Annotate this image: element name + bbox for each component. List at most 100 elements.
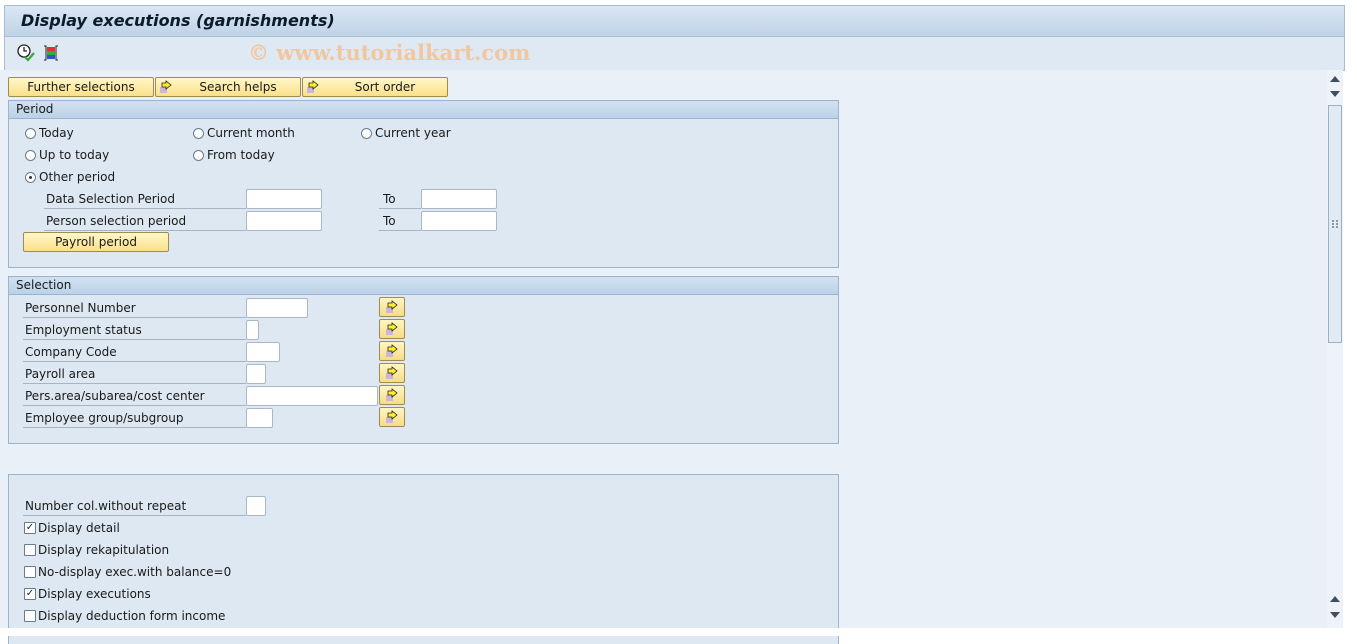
radio-circle (25, 127, 36, 139)
pers-area-multiple-selection-button[interactable] (379, 385, 405, 405)
arrow-right-icon (385, 300, 399, 314)
checkbox-box (24, 544, 36, 556)
company-code-label: Company Code (23, 342, 246, 362)
page-title: Display executions (garnishments) (21, 11, 335, 30)
data-selection-to-label: To (379, 189, 421, 209)
personnel-number-label: Personnel Number (23, 298, 246, 318)
selection-group: Selection Personnel Number Employment st… (8, 276, 839, 444)
radio-circle (361, 127, 372, 139)
checkbox-label: No-display exec.with balance=0 (38, 565, 232, 579)
employment-status-multiple-selection-button[interactable] (379, 319, 405, 339)
radio-label: Current year (375, 126, 451, 140)
search-helps-button[interactable]: Search helps (155, 77, 301, 97)
checkbox-no-display-balance-zero[interactable]: No-display exec.with balance=0 (24, 565, 231, 579)
arrow-right-icon (306, 80, 320, 94)
arrow-right-icon (385, 344, 399, 358)
checkbox-label: Display detail (38, 521, 120, 535)
output-options-group: Number col.without repeat ✓ Display detai… (8, 474, 839, 644)
scrollbar-thumb[interactable] (1328, 105, 1342, 343)
person-selection-to-label: To (379, 211, 421, 231)
scroll-down-button-bottom[interactable] (1328, 608, 1342, 622)
watermark: © www.tutorialkart.com (248, 40, 531, 65)
checkbox-label: Display rekapitulation (38, 543, 170, 557)
pers-area-input[interactable] (246, 386, 378, 406)
radio-label: Today (39, 126, 74, 140)
number-col-input[interactable] (246, 496, 266, 516)
radio-circle (25, 149, 36, 161)
radio-current-month[interactable]: Current month (193, 126, 295, 140)
radio-label: Up to today (39, 148, 110, 162)
personnel-number-input[interactable] (246, 298, 308, 318)
scroll-up-button[interactable] (1328, 72, 1342, 86)
multiple-selection-icon[interactable] (41, 43, 61, 63)
pers-area-label: Pers.area/subarea/cost center (23, 386, 246, 406)
window-header: Display executions (garnishments) © www.… (4, 5, 1345, 71)
radio-circle (193, 149, 204, 161)
employee-group-input[interactable] (246, 408, 273, 428)
further-selections-label: Further selections (27, 80, 135, 94)
checkbox-box-checked: ✓ (24, 522, 36, 534)
title-bar: Display executions (garnishments) (5, 6, 1344, 37)
number-col-label: Number col.without repeat (23, 496, 246, 516)
further-selections-button[interactable]: Further selections (8, 77, 154, 97)
arrow-right-icon (385, 366, 399, 380)
period-group: Period Today Current month Current year … (8, 100, 839, 268)
person-selection-period-label: Person selection period (44, 211, 246, 231)
radio-up-to-today[interactable]: Up to today (25, 148, 109, 162)
arrow-right-icon (385, 410, 399, 424)
radio-circle (193, 127, 204, 139)
payroll-period-button[interactable]: Payroll period (23, 232, 169, 252)
radio-from-today[interactable]: From today (193, 148, 275, 162)
caret-down-icon (1330, 91, 1340, 97)
employment-status-input[interactable] (246, 320, 259, 340)
arrow-right-icon (159, 80, 173, 94)
radio-circle-selected (25, 171, 36, 183)
radio-label: From today (207, 148, 275, 162)
execute-with-clock-icon[interactable] (16, 43, 36, 63)
sort-order-label: Sort order (354, 80, 416, 94)
status-bar (0, 628, 1357, 636)
checkbox-box (24, 610, 36, 622)
caret-up-icon (1330, 76, 1340, 82)
checkbox-display-executions[interactable]: ✓ Display executions (24, 587, 151, 601)
employee-group-label: Employee group/subgroup (23, 408, 246, 428)
checkbox-label: Display deduction form income (38, 609, 226, 623)
personnel-number-multiple-selection-button[interactable] (379, 297, 405, 317)
application-toolbar: © www.tutorialkart.com (5, 37, 1344, 70)
checkbox-label: Display executions (38, 587, 151, 601)
employee-group-multiple-selection-button[interactable] (379, 407, 405, 427)
radio-label: Other period (39, 170, 116, 184)
caret-down-icon (1330, 612, 1340, 618)
radio-other-period[interactable]: Other period (25, 170, 115, 184)
payroll-area-label: Payroll area (23, 364, 246, 384)
arrow-right-icon (385, 322, 399, 336)
person-selection-to-input[interactable] (421, 211, 497, 231)
company-code-multiple-selection-button[interactable] (379, 341, 405, 361)
search-helps-label: Search helps (199, 80, 277, 94)
arrow-right-icon (385, 388, 399, 402)
scroll-up-button-bottom[interactable] (1328, 592, 1342, 606)
selection-screen: Further selections Search helps Sort ord… (0, 70, 1327, 644)
caret-up-icon (1330, 596, 1340, 602)
selection-group-title: Selection (9, 277, 838, 295)
period-group-title: Period (9, 101, 838, 119)
checkbox-display-deduction-form-income[interactable]: Display deduction form income (24, 609, 225, 623)
data-selection-from-input[interactable] (246, 189, 322, 209)
checkbox-box (24, 566, 36, 578)
vertical-scrollbar[interactable] (1327, 70, 1343, 628)
sort-order-button[interactable]: Sort order (302, 77, 448, 97)
checkbox-display-rekapitulation[interactable]: Display rekapitulation (24, 543, 169, 557)
payroll-area-input[interactable] (246, 364, 266, 384)
company-code-input[interactable] (246, 342, 280, 362)
data-selection-to-input[interactable] (421, 189, 497, 209)
radio-label: Current month (207, 126, 295, 140)
employment-status-label: Employment status (23, 320, 246, 340)
data-selection-period-label: Data Selection Period (44, 189, 246, 209)
person-selection-from-input[interactable] (246, 211, 322, 231)
payroll-period-label: Payroll period (55, 235, 137, 249)
radio-current-year[interactable]: Current year (361, 126, 451, 140)
scroll-down-button[interactable] (1328, 87, 1342, 101)
checkbox-display-detail[interactable]: ✓ Display detail (24, 521, 120, 535)
payroll-area-multiple-selection-button[interactable] (379, 363, 405, 383)
radio-today[interactable]: Today (25, 126, 74, 140)
